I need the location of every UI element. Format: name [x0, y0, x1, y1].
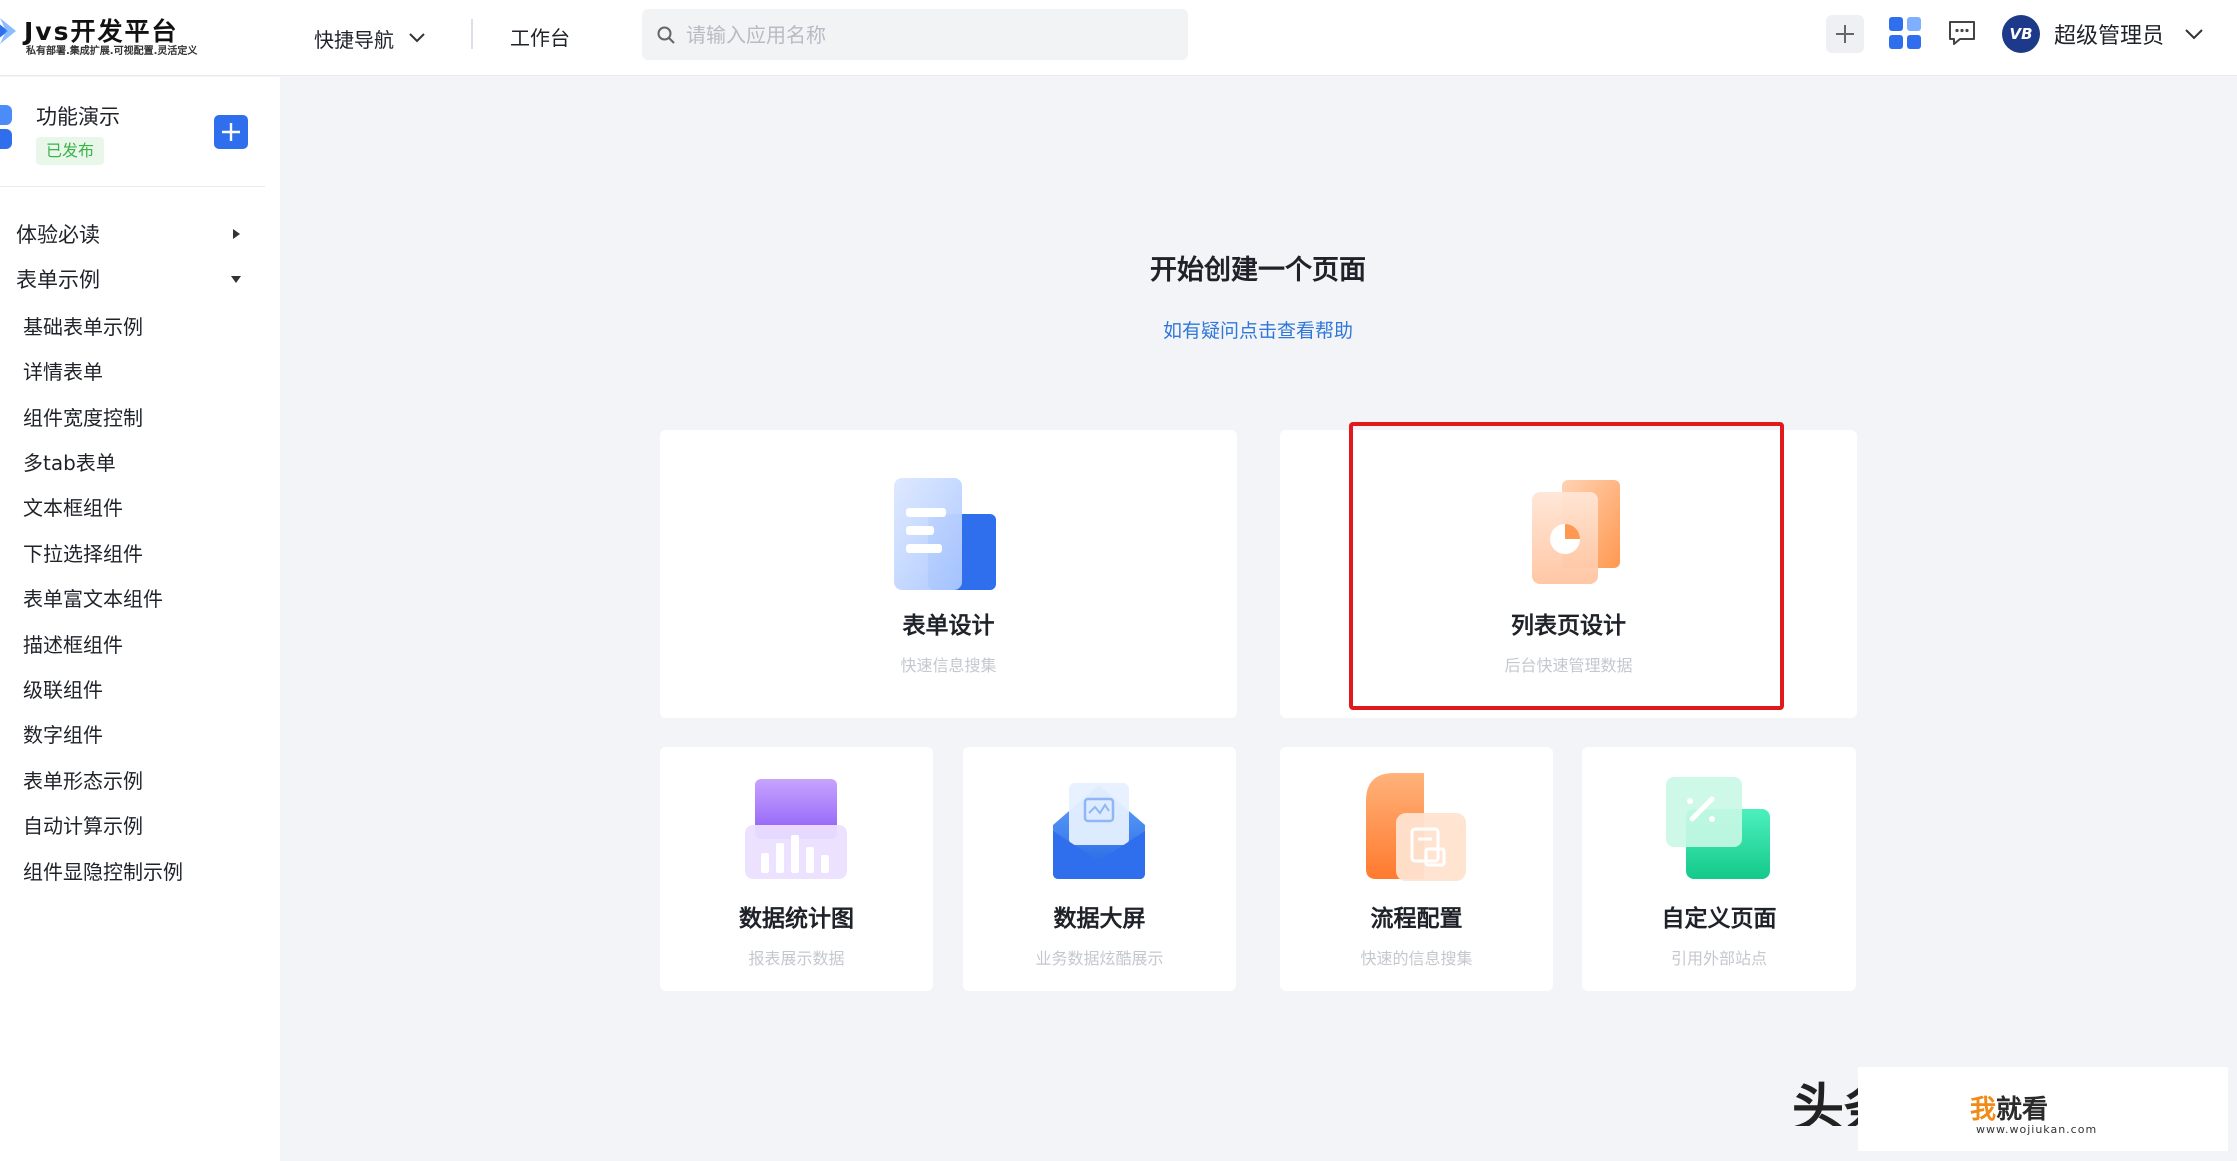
card-title: 自定义页面 [1661, 906, 1777, 932]
plus-icon [1836, 25, 1854, 43]
sidebar-item[interactable]: 级联组件 [0, 666, 265, 710]
sidebar-item-label: 级联组件 [23, 677, 103, 702]
watermark-box: 我就看 www.wojiukan.com [1858, 1067, 2228, 1151]
apps-grid-icon[interactable] [1887, 15, 1923, 51]
user-avatar[interactable]: VB [2002, 15, 2040, 53]
sidebar-group-guide[interactable]: 体验必读 [0, 212, 265, 256]
message-icon[interactable] [1946, 17, 1978, 49]
card-data-chart[interactable]: 数据统计图 报表展示数据 [660, 747, 933, 991]
chart-icon [745, 779, 847, 879]
add-button[interactable] [1826, 15, 1864, 53]
sidebar-item-label: 文本框组件 [23, 495, 123, 520]
card-subtitle: 快速的信息搜集 [1360, 949, 1473, 968]
sidebar-group-label: 表单示例 [16, 268, 100, 292]
sidebar-item-label: 详情表单 [23, 359, 103, 384]
card-subtitle: 引用外部站点 [1670, 949, 1767, 968]
sidebar-item-label: 组件显隐控制示例 [23, 859, 183, 884]
add-page-button[interactable] [214, 115, 248, 149]
watermark-brand-a: 我 [1970, 1095, 1997, 1125]
avatar-text: VB [2009, 25, 2033, 43]
status-badge: 已发布 [36, 137, 105, 165]
card-subtitle: 后台快速管理数据 [1504, 656, 1633, 675]
logo-subtitle: 私有部署.集成扩展.可视配置.灵活定义 [26, 46, 198, 57]
card-title: 数据大屏 [1053, 906, 1146, 932]
card-title: 列表页设计 [1511, 613, 1626, 639]
chevron-down-icon [409, 33, 425, 43]
user-name[interactable]: 超级管理员 [2054, 18, 2164, 50]
card-subtitle: 快速信息搜集 [900, 656, 997, 675]
sidebar-item[interactable]: 多tab表单 [0, 439, 265, 483]
caret-down-icon [231, 276, 241, 283]
card-big-screen[interactable]: 数据大屏 业务数据炫酷展示 [963, 747, 1236, 991]
app-search-box[interactable] [642, 9, 1188, 60]
workflow-icon [1366, 773, 1466, 881]
quick-nav-dropdown[interactable]: 快捷导航 [314, 20, 428, 56]
sidebar-item[interactable]: 下拉选择组件 [0, 530, 265, 574]
card-custom-page[interactable]: 自定义页面 引用外部站点 [1582, 747, 1856, 991]
nav-divider [471, 19, 473, 49]
app-icon [0, 105, 12, 149]
sidebar-item[interactable]: 详情表单 [0, 348, 265, 392]
sidebar-item[interactable]: 表单形态示例 [0, 757, 265, 801]
sidebar-item[interactable]: 组件显隐控制示例 [0, 848, 265, 892]
sidebar-item[interactable]: 描述框组件 [0, 621, 265, 665]
sidebar-item-label: 下拉选择组件 [23, 541, 143, 566]
sidebar: 功能演示 已发布 体验必读 表单示例 基础表单示例 详情表单 组件宽度控制 多t… [0, 77, 280, 1161]
page-title: 开始创建一个页面 [1150, 255, 1366, 286]
card-title: 表单设计 [902, 613, 995, 639]
watermark-brand-b: 就看 [1996, 1095, 2049, 1125]
chevron-down-icon[interactable] [2182, 22, 2206, 46]
watermark-left-text: 头条 [1792, 1079, 1860, 1126]
watermark-brand: 我就看 [1970, 1089, 2048, 1126]
sidebar-item[interactable]: 数字组件 [0, 711, 265, 755]
watermark-url: www.wojiukan.com [1976, 1123, 2098, 1136]
quick-nav-label: 快捷导航 [314, 27, 394, 52]
custom-page-icon [1666, 777, 1770, 879]
sidebar-item-label: 基础表单示例 [23, 314, 143, 339]
caret-right-icon [233, 229, 240, 239]
app-name: 功能演示 [36, 105, 120, 129]
plus-icon [222, 123, 240, 141]
form-design-icon [894, 478, 996, 590]
card-title: 数据统计图 [739, 906, 854, 932]
list-page-design-icon [1532, 480, 1620, 584]
search-icon [657, 26, 675, 44]
search-input[interactable] [686, 22, 1166, 47]
sidebar-item-label: 描述框组件 [23, 632, 123, 657]
sidebar-item-label: 表单形态示例 [23, 768, 143, 793]
sidebar-item[interactable]: 基础表单示例 [0, 303, 265, 347]
workbench-link[interactable]: 工作台 [510, 20, 570, 56]
card-list-page-design[interactable]: 列表页设计 后台快速管理数据 [1280, 430, 1857, 718]
sidebar-item[interactable]: 自动计算示例 [0, 802, 265, 846]
current-app: 功能演示 已发布 [0, 77, 265, 187]
card-title: 流程配置 [1370, 906, 1463, 932]
sidebar-item[interactable]: 文本框组件 [0, 484, 265, 528]
big-screen-icon [1053, 783, 1145, 879]
sidebar-item[interactable]: 表单富文本组件 [0, 575, 265, 619]
card-form-design[interactable]: 表单设计 快速信息搜集 [660, 430, 1237, 718]
sidebar-item-label: 组件宽度控制 [23, 405, 143, 430]
card-subtitle: 报表展示数据 [748, 949, 845, 968]
sidebar-group-form-examples[interactable]: 表单示例 [0, 257, 265, 301]
sidebar-item-label: 数字组件 [23, 722, 103, 747]
watermark-left: 头条 [1790, 1064, 1860, 1126]
sidebar-item-label: 多tab表单 [23, 450, 116, 475]
sidebar-item-label: 表单富文本组件 [23, 586, 163, 611]
card-subtitle: 业务数据炫酷展示 [1035, 949, 1164, 968]
logo-icon [0, 18, 16, 44]
sidebar-item[interactable]: 组件宽度控制 [0, 394, 265, 438]
sidebar-item-label: 自动计算示例 [23, 813, 143, 838]
top-header: Jvs开发平台 私有部署.集成扩展.可视配置.灵活定义 快捷导航 工作台 VB … [0, 0, 2237, 76]
sidebar-group-label: 体验必读 [16, 223, 100, 247]
help-link[interactable]: 如有疑问点击查看帮助 [1000, 316, 1516, 343]
card-workflow[interactable]: 流程配置 快速的信息搜集 [1280, 747, 1553, 991]
